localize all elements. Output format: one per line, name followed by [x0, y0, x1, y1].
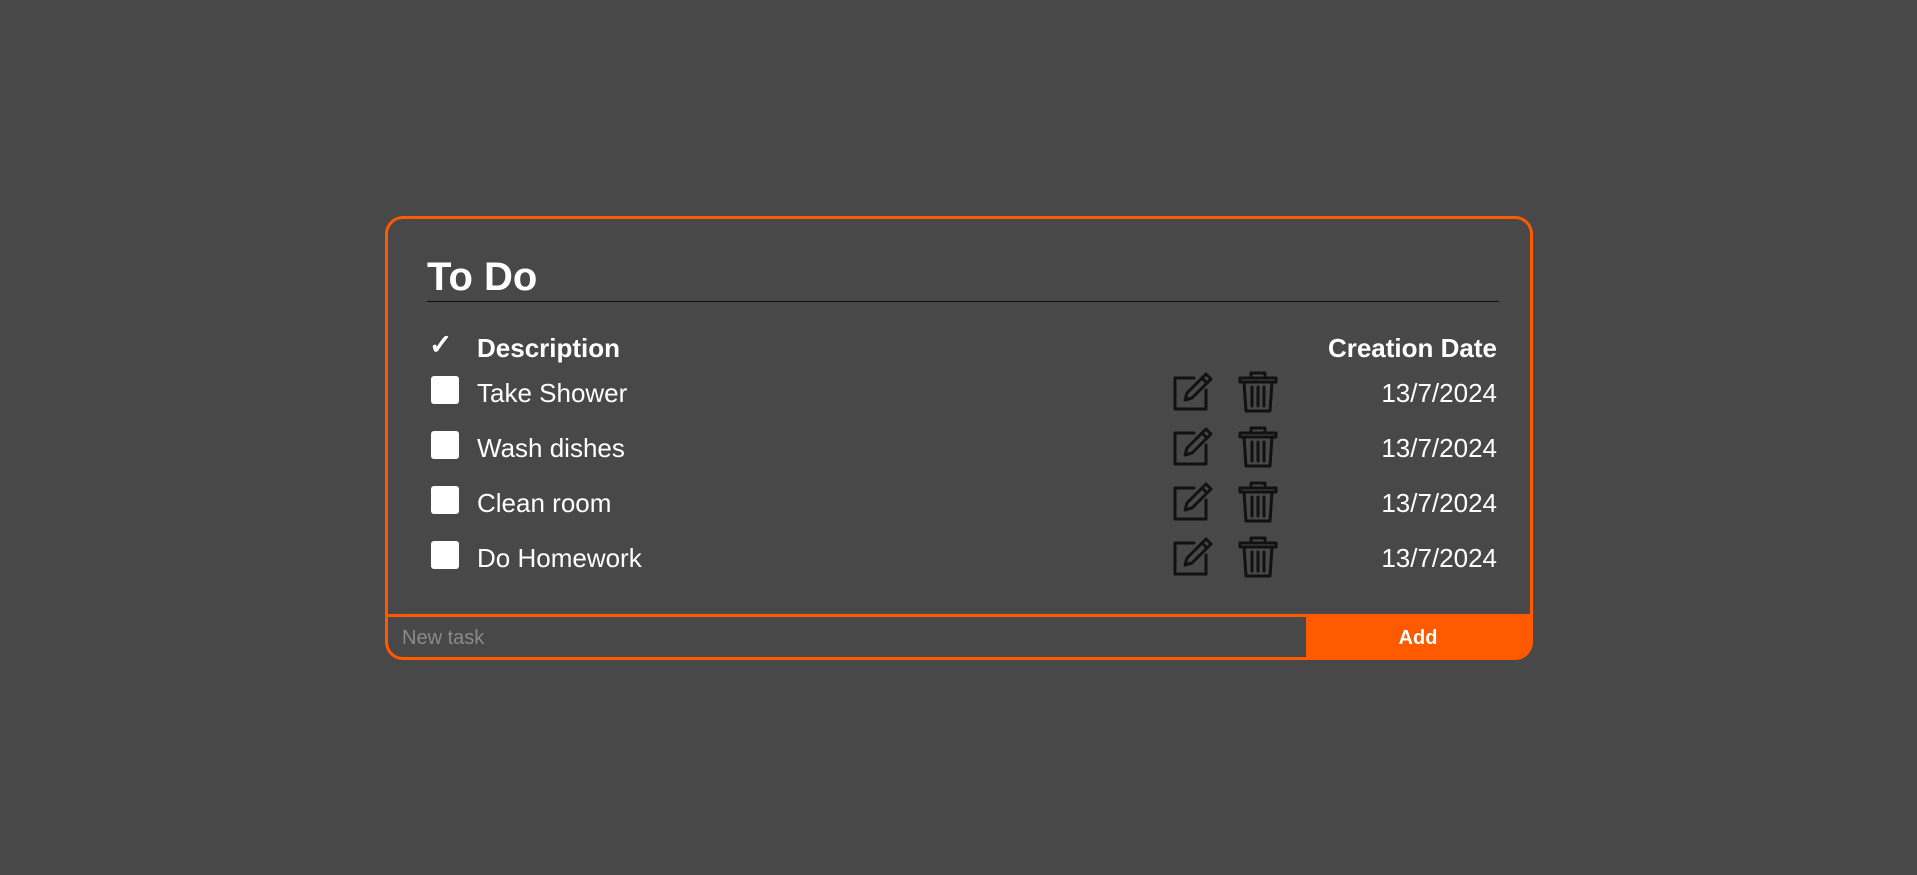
- task-checkbox[interactable]: [431, 431, 459, 459]
- edit-icon[interactable]: [1170, 425, 1214, 469]
- trash-icon[interactable]: [1236, 480, 1280, 524]
- edit-icon[interactable]: [1170, 370, 1214, 414]
- description-column-header: Description: [477, 333, 621, 363]
- page-title: To Do: [427, 255, 538, 299]
- todo-card: To Do ✓ Description Creation Date Take S…: [385, 216, 1533, 660]
- table-row: Do Homework 13/7/2024: [427, 536, 1497, 581]
- edit-icon[interactable]: [1170, 480, 1214, 524]
- task-description: Clean room: [477, 488, 612, 518]
- task-creation-date: 13/7/2024: [1381, 543, 1497, 573]
- edit-icon[interactable]: [1170, 535, 1214, 579]
- task-creation-date: 13/7/2024: [1381, 488, 1497, 518]
- add-button[interactable]: Add: [1306, 617, 1530, 657]
- check-column-header: ✓: [429, 329, 453, 360]
- table-row: Take Shower 13/7/2024: [427, 371, 1497, 416]
- trash-icon[interactable]: [1236, 425, 1280, 469]
- table-row: Clean room 13/7/2024: [427, 481, 1497, 526]
- task-creation-date: 13/7/2024: [1381, 433, 1497, 463]
- trash-icon[interactable]: [1236, 535, 1280, 579]
- task-description: Wash dishes: [477, 433, 625, 463]
- task-creation-date: 13/7/2024: [1381, 378, 1497, 408]
- add-task-bar: Add: [388, 614, 1530, 657]
- new-task-input[interactable]: [388, 617, 1306, 657]
- table-row: Wash dishes 13/7/2024: [427, 426, 1497, 471]
- table-header: ✓ Description Creation Date: [427, 329, 1497, 369]
- task-checkbox[interactable]: [431, 541, 459, 569]
- task-checkbox[interactable]: [431, 486, 459, 514]
- task-description: Take Shower: [477, 378, 628, 408]
- task-description: Do Homework: [477, 543, 642, 573]
- creation-date-column-header: Creation Date: [1327, 333, 1497, 363]
- trash-icon[interactable]: [1236, 370, 1280, 414]
- task-checkbox[interactable]: [431, 376, 459, 404]
- title-divider: [427, 301, 1499, 302]
